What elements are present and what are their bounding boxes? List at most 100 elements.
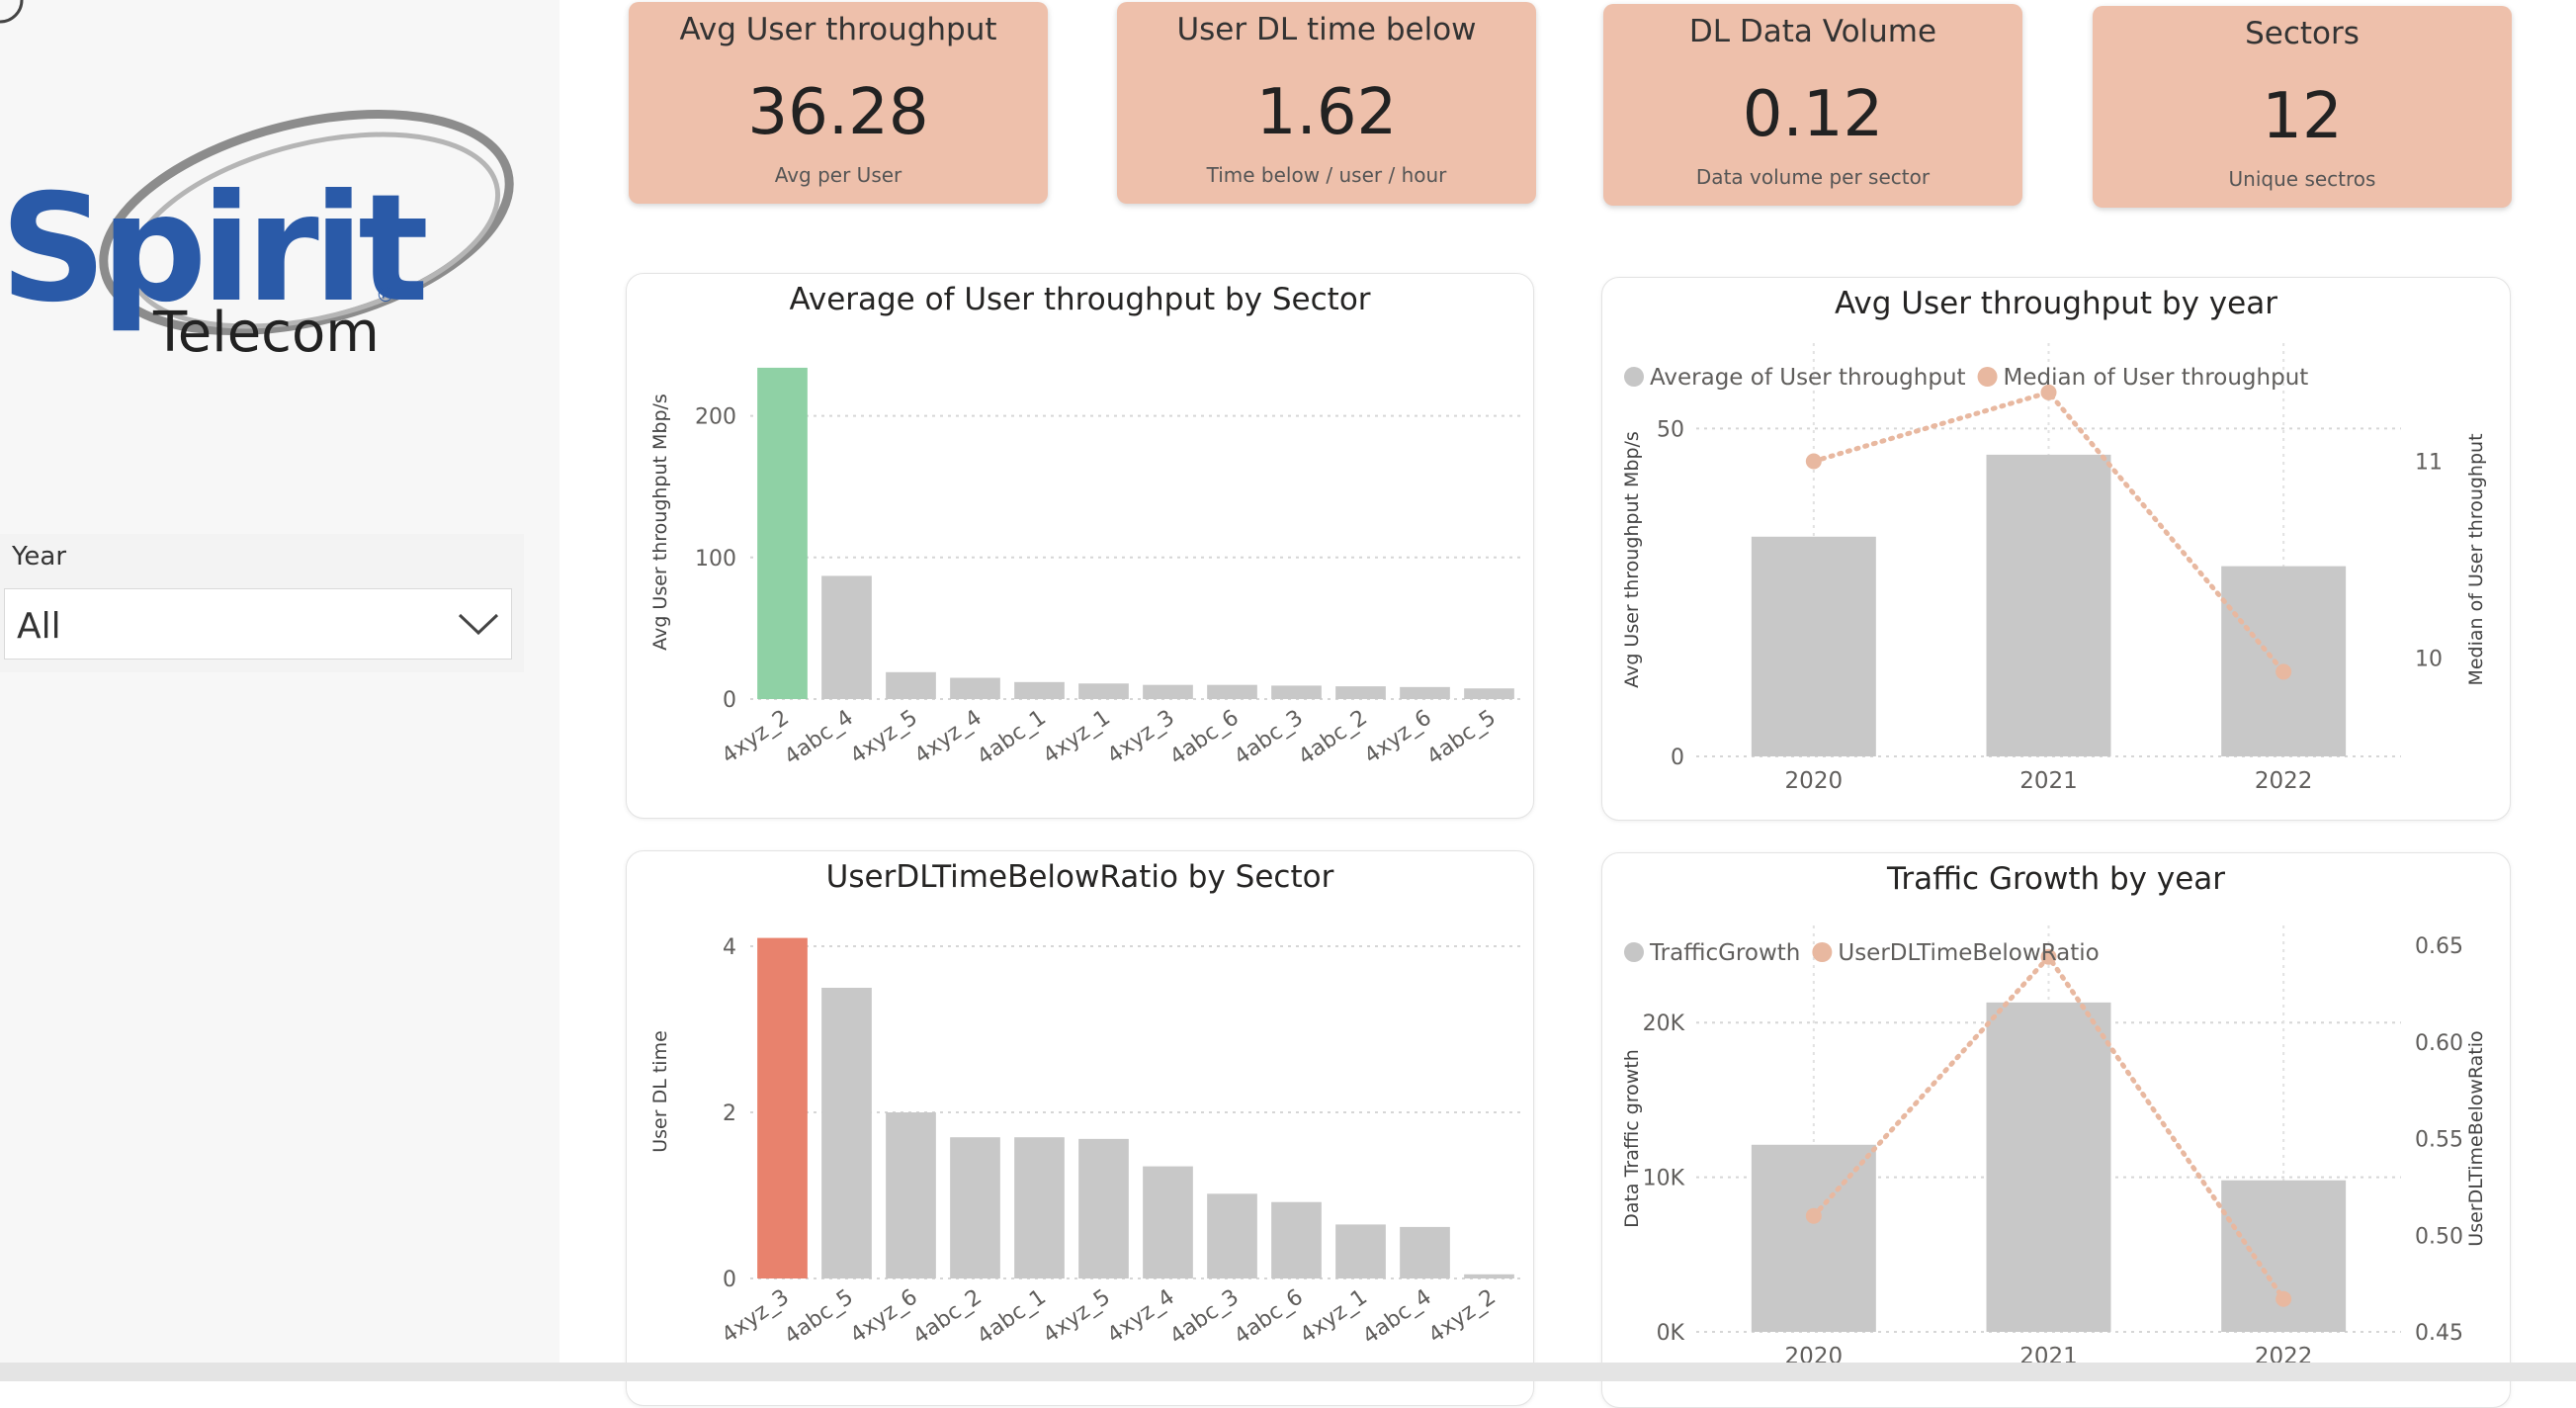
kpi-value: 36.28 <box>747 76 929 149</box>
y-axis-label: Data Traffic growth <box>1621 1049 1643 1228</box>
y2-tick-label: 11 <box>2415 451 2443 476</box>
bar-4xyz_6 <box>1400 686 1450 699</box>
x-tick-label: 4xyz_5 <box>846 705 922 768</box>
x-tick-label: 4abc_5 <box>1422 705 1501 770</box>
x-tick-label: 2022 <box>2255 768 2313 794</box>
x-tick-label: 4xyz_6 <box>1360 705 1436 768</box>
bar-4xyz_5 <box>886 671 936 699</box>
bar-4abc_4 <box>1400 1226 1450 1278</box>
line-point <box>1805 1207 1822 1224</box>
bar-2022 <box>2221 1180 2347 1332</box>
kpi-value: 12 <box>2262 80 2343 153</box>
kpi-value: 0.12 <box>1742 78 1884 151</box>
chart-svg: 0244xyz_34abc_54xyz_64abc_24abc_14xyz_54… <box>649 935 1521 1350</box>
bar-4abc_1 <box>1014 1137 1065 1278</box>
x-tick-label: 4abc_5 <box>780 1284 858 1350</box>
bar-4xyz_3 <box>757 937 808 1278</box>
x-tick-label: 4abc_2 <box>908 1284 987 1350</box>
y2-axis-label: Median of User throughput <box>2465 433 2487 685</box>
bar-4abc_3 <box>1271 685 1322 699</box>
y2-tick-label: 0.55 <box>2415 1128 2463 1153</box>
bar-4abc_6 <box>1207 684 1257 699</box>
bar-4xyz_1 <box>1078 683 1129 699</box>
x-tick-label: 4xyz_3 <box>718 1284 794 1348</box>
year-filter-label: Year <box>12 542 67 572</box>
x-tick-label: 4xyz_3 <box>1103 705 1179 768</box>
y-tick-label: 2 <box>723 1101 736 1126</box>
kpi-avg-user-throughput: Avg User throughput 36.28 Avg per User <box>629 2 1048 204</box>
year-filter: Year All <box>0 534 524 672</box>
x-tick-label: 4abc_4 <box>1358 1284 1436 1350</box>
logo-sub-text: Telecom <box>152 301 380 365</box>
chart-svg: 01002004xyz_24abc_44xyz_54xyz_44abc_14xy… <box>649 367 1521 770</box>
x-tick-label: 4abc_2 <box>1294 705 1372 770</box>
y-axis-label: User DL time <box>649 1030 671 1153</box>
y-tick-label: 200 <box>695 405 736 430</box>
chart-dl-time-below-ratio-by-sector[interactable]: UserDLTimeBelowRatio by Sector 0 2 4 4xyz_3… <box>626 850 1534 1406</box>
chart-avg-throughput-by-year[interactable]: Avg User throughput by year 0 50 10 11 2020 2… <box>1601 277 2511 821</box>
chevron-down-icon[interactable] <box>456 607 501 641</box>
x-tick-label: 4xyz_5 <box>1039 1284 1115 1348</box>
x-tick-label: 4abc_4 <box>780 705 858 770</box>
legend-marker <box>1977 367 1998 387</box>
y2-tick-label: 0.65 <box>2415 934 2463 959</box>
bar-2022 <box>2221 566 2347 756</box>
bar-4abc_2 <box>950 1137 1000 1278</box>
legend-label: TrafficGrowth <box>1649 940 1800 966</box>
y-tick-label: 100 <box>695 547 736 572</box>
legend-marker <box>1624 942 1644 962</box>
y-tick-label: 0 <box>723 688 736 713</box>
y2-tick-label: 10 <box>2415 648 2443 672</box>
x-tick-label: 4abc_6 <box>1165 705 1244 770</box>
y-tick-label: 20K <box>1643 1012 1685 1036</box>
bar-4abc_1 <box>1014 681 1065 699</box>
x-tick-label: 2020 <box>1785 768 1844 794</box>
y-tick-label: 10K <box>1643 1167 1685 1191</box>
legend-label: Median of User throughput <box>2004 365 2309 391</box>
line-point <box>1805 453 1822 470</box>
bar-4xyz_2 <box>757 367 808 699</box>
kpi-title: User DL time below <box>1176 12 1477 47</box>
bar-2021 <box>1986 1002 2111 1332</box>
bar-4abc_6 <box>1271 1201 1322 1278</box>
kpi-value: 1.62 <box>1255 76 1398 149</box>
chart-traffic-growth-by-year[interactable]: Traffic Growth by year 0K 10K 20K 0.45 0.50 0… <box>1601 852 2511 1408</box>
kpi-subtitle: Time below / user / hour <box>1206 163 1447 187</box>
y2-tick-label: 0.60 <box>2415 1031 2463 1056</box>
bar-4xyz_4 <box>950 677 1000 699</box>
kpi-subtitle: Unique sectros <box>2228 167 2376 191</box>
bar-4xyz_2 <box>1464 1274 1514 1278</box>
bar-4abc_5 <box>1464 688 1514 699</box>
y-tick-label: 4 <box>723 935 736 960</box>
bar-4xyz_3 <box>1143 684 1193 699</box>
year-dropdown[interactable]: All <box>4 588 512 660</box>
x-tick-label: 4xyz_4 <box>910 705 987 768</box>
y-axis-label: Avg User throughput Mbp/s <box>1621 431 1643 688</box>
legend-label: Average of User throughput <box>1650 365 1966 391</box>
back-arrow-icon[interactable] <box>0 0 30 30</box>
x-tick-label: 4xyz_1 <box>1296 1284 1372 1348</box>
y2-tick-label: 0.50 <box>2415 1224 2463 1249</box>
bar-4xyz_5 <box>1078 1138 1129 1278</box>
x-tick-label: 4abc_3 <box>1165 1284 1244 1350</box>
kpi-sectors: Sectors 12 Unique sectros <box>2093 6 2512 208</box>
x-tick-label: 2021 <box>2019 768 2078 794</box>
y-tick-label: 0 <box>723 1268 736 1292</box>
x-tick-label: 4abc_1 <box>973 705 1051 770</box>
x-tick-label: 4xyz_2 <box>1424 1284 1501 1348</box>
chart-avg-throughput-by-sector[interactable]: Average of User throughput by Sector 0 10… <box>626 273 1534 819</box>
kpi-title: Avg User throughput <box>679 12 997 47</box>
x-tick-label: 4abc_1 <box>973 1284 1051 1350</box>
x-tick-label: 4xyz_2 <box>718 705 794 768</box>
y-tick-label: 0 <box>1671 746 1684 770</box>
x-tick-label: 4xyz_4 <box>1103 1284 1179 1348</box>
legend-marker <box>1812 942 1833 962</box>
kpi-user-dl-time-below: User DL time below 1.62 Time below / use… <box>1117 2 1536 204</box>
kpi-dl-data-volume: DL Data Volume 0.12 Data volume per sect… <box>1603 4 2022 206</box>
kpi-title: DL Data Volume <box>1688 14 1937 49</box>
x-tick-label: 4xyz_1 <box>1039 705 1115 768</box>
bar-4abc_4 <box>821 575 872 699</box>
kpi-subtitle: Data volume per sector <box>1695 165 1931 189</box>
bar-4abc_3 <box>1207 1193 1257 1278</box>
x-tick-label: 4xyz_6 <box>846 1284 922 1348</box>
